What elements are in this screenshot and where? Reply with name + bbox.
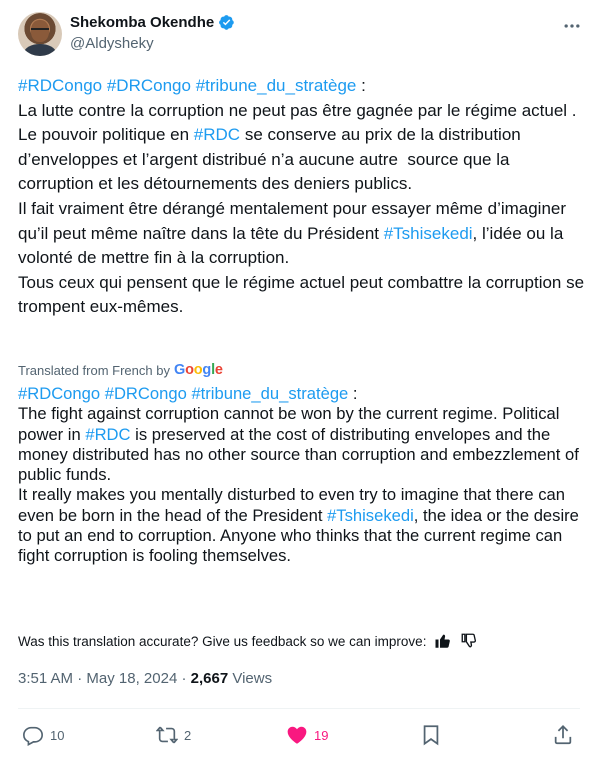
verified-badge-icon: [219, 15, 234, 30]
hashtag-link[interactable]: #RDC: [194, 125, 240, 144]
repost-icon: [156, 726, 178, 744]
avatar-glasses: [31, 28, 49, 32]
author-handle[interactable]: @Aldysheky: [70, 35, 235, 52]
hashtag-link[interactable]: #DRCongo: [107, 76, 191, 95]
hashtag-link[interactable]: #RDCongo: [18, 384, 100, 403]
hashtag-link[interactable]: #Tshisekedi: [384, 224, 473, 243]
tweet-original-text: #RDCongo #DRCongo #tribune_du_stratège :…: [18, 74, 586, 320]
avatar[interactable]: [18, 12, 62, 56]
hashtag-link[interactable]: #RDCongo: [18, 76, 102, 95]
reply-icon: [23, 726, 43, 746]
divider: [18, 708, 580, 709]
bookmark-button[interactable]: [420, 722, 442, 748]
hashtag-link[interactable]: #DRCongo: [105, 384, 187, 403]
translated-by-text: Translated from French by: [18, 362, 170, 378]
hashtag-link[interactable]: #tribune_du_stratège: [191, 384, 348, 403]
bookmark-icon: [423, 725, 439, 746]
repost-button[interactable]: 2: [156, 722, 191, 748]
author-block: Shekomba Okendhe @Aldysheky: [70, 14, 235, 52]
more-options-icon[interactable]: [562, 16, 582, 36]
heart-icon: [287, 726, 307, 744]
tweet-translation-text: #RDCongo #DRCongo #tribune_du_stratège :…: [18, 384, 586, 567]
views-label: Views: [228, 670, 273, 687]
hashtag-link[interactable]: #tribune_du_stratège: [196, 76, 357, 95]
feedback-prompt: Was this translation accurate? Give us f…: [18, 633, 427, 649]
avatar-shirt: [24, 44, 56, 56]
google-logo: Google: [173, 362, 223, 378]
translation-feedback: Was this translation accurate? Give us f…: [18, 632, 478, 650]
repost-count: 2: [184, 727, 192, 743]
author-name-row: Shekomba Okendhe: [70, 14, 235, 31]
thumbs-down-icon[interactable]: [460, 632, 478, 650]
paragraph-text: Tous ceux qui pensent que le régime actu…: [18, 272, 589, 317]
share-button[interactable]: [552, 722, 574, 748]
tweet-date[interactable]: May 18, 2024: [86, 670, 177, 687]
tweet-header: Shekomba Okendhe @Aldysheky: [18, 12, 586, 60]
hashtag-link[interactable]: #Tshisekedi: [327, 506, 414, 525]
translated-by-label: Translated from French by Google: [18, 362, 223, 378]
share-icon: [554, 725, 572, 745]
thumbs-up-icon[interactable]: [434, 632, 452, 650]
like-count: 19: [314, 727, 329, 743]
tweet-time[interactable]: 3:51 AM: [18, 670, 73, 687]
tweet-meta: 3:51 AM · May 18, 2024 · 2,667 Views: [18, 670, 273, 687]
hashtag-link[interactable]: #RDC: [85, 425, 130, 444]
views-count: 2,667: [190, 670, 229, 687]
colon-text: :: [356, 76, 366, 95]
colon-text: :: [348, 384, 358, 403]
action-bar: 10 2 19: [18, 722, 580, 750]
like-button[interactable]: 19: [286, 722, 328, 748]
reply-button[interactable]: 10: [22, 722, 64, 748]
author-name[interactable]: Shekomba Okendhe: [70, 14, 214, 31]
reply-count: 10: [50, 727, 65, 743]
